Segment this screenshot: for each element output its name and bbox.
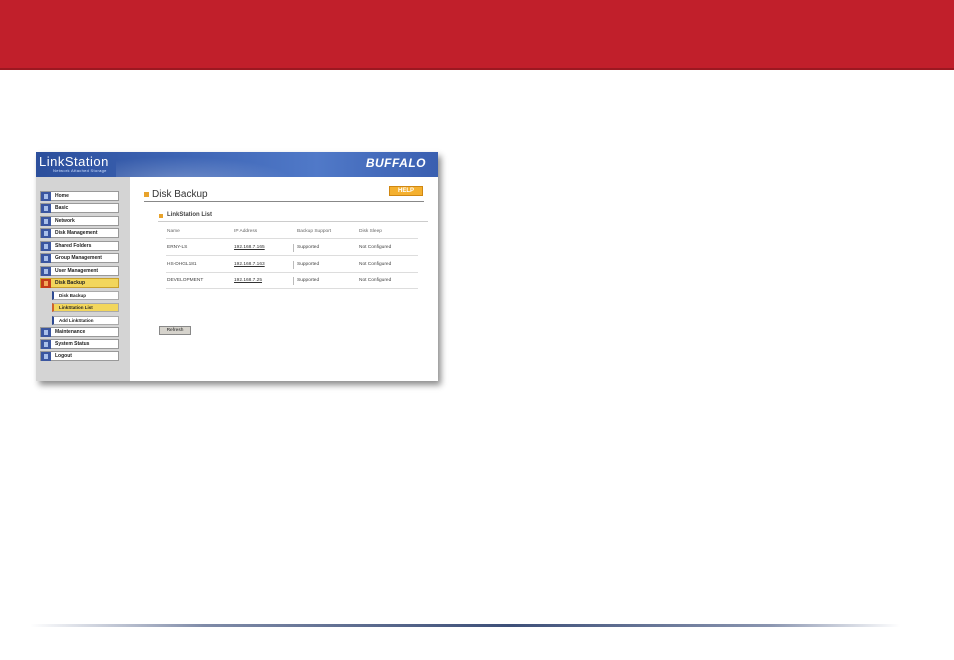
basic-icon (41, 204, 51, 213)
cell-disk-sleep: Not Configured (359, 262, 392, 267)
folder-icon (41, 242, 51, 251)
cell-backup-support: Supported (297, 278, 320, 283)
linkstation-screenshot: LinkStation Network Attached Storage BUF… (36, 152, 438, 381)
subitem-disk-backup[interactable]: Disk Backup (52, 291, 119, 300)
column-separator (293, 277, 294, 285)
cell-name: DEVELOPMENT (167, 278, 204, 283)
maintenance-icon (41, 328, 51, 337)
sidebar-item-home[interactable]: Home (40, 191, 119, 201)
sidebar-item-label: Logout (55, 353, 72, 359)
section-divider (158, 221, 428, 222)
refresh-button[interactable]: Refresh (159, 326, 191, 335)
cell-backup-support: Supported (297, 262, 320, 267)
column-header-backup-support: Backup Support (297, 229, 332, 234)
cell-name: HS-DHGL181 (167, 262, 197, 267)
ip-link[interactable]: 192.168.7.163 (234, 262, 265, 267)
sidebar-item-label: System Status (55, 341, 90, 347)
cell-name: ERNY-LS (167, 245, 188, 250)
page-title: Disk Backup (152, 189, 208, 200)
logout-icon (41, 352, 51, 361)
sidebar-item-system-status[interactable]: System Status (40, 339, 119, 349)
sidebar-item-disk-management[interactable]: Disk Management (40, 228, 119, 238)
ip-link[interactable]: 192.168.7.25 (234, 278, 262, 283)
status-icon (41, 340, 51, 349)
sidebar-item-label: Group Management (55, 255, 102, 261)
main-content: Disk Backup HELP LinkStation List Name I… (130, 177, 438, 381)
column-header-ip: IP Address (234, 229, 258, 234)
sidebar: Home Basic Network Disk Management Share… (36, 177, 130, 381)
sidebar-item-user-management[interactable]: User Management (40, 266, 119, 276)
sidebar-item-network[interactable]: Network (40, 216, 119, 226)
group-icon (41, 254, 51, 263)
backup-icon (41, 279, 51, 288)
slide-top-band (0, 0, 954, 70)
cell-disk-sleep: Not Configured (359, 245, 392, 250)
sidebar-item-label: Disk Backup (55, 280, 86, 286)
user-icon (41, 267, 51, 276)
home-icon (41, 192, 51, 201)
section-bullet-icon (159, 214, 163, 218)
app-subtitle: Network Attached Storage (53, 168, 107, 173)
ip-link[interactable]: 192.168.7.165 (234, 245, 265, 250)
sidebar-item-label: Basic (55, 205, 69, 211)
cell-backup-support: Supported (297, 245, 320, 250)
column-separator (293, 261, 294, 269)
app-header: LinkStation Network Attached Storage BUF… (36, 152, 438, 177)
sidebar-item-label: Network (55, 218, 75, 224)
help-button[interactable]: HELP (389, 186, 423, 196)
app-name: LinkStation (39, 154, 109, 169)
sidebar-item-label: User Management (55, 268, 99, 274)
sidebar-item-group-management[interactable]: Group Management (40, 253, 119, 263)
column-header-name: Name (167, 229, 180, 234)
subitem-add-linkstation[interactable]: Add LinkStation (52, 316, 119, 325)
title-bullet-icon (144, 192, 149, 197)
row-divider (166, 272, 418, 273)
row-divider (166, 288, 418, 289)
column-header-disk-sleep: Disk Sleep (359, 229, 382, 234)
row-divider (166, 255, 418, 256)
network-icon (41, 217, 51, 226)
subitem-label: Add LinkStation (59, 318, 94, 323)
subitem-label: Disk Backup (59, 293, 87, 298)
subitem-label: LinkStation List (59, 305, 93, 310)
section-title: LinkStation List (167, 212, 212, 218)
sidebar-item-label: Home (55, 193, 69, 199)
subitem-linkstation-list[interactable]: LinkStation List (52, 303, 119, 312)
sidebar-item-disk-backup[interactable]: Disk Backup (40, 278, 119, 288)
sidebar-item-label: Disk Management (55, 230, 98, 236)
sidebar-item-label: Shared Folders (55, 243, 92, 249)
sidebar-item-maintenance[interactable]: Maintenance (40, 327, 119, 337)
cell-disk-sleep: Not Configured (359, 278, 392, 283)
sidebar-item-shared-folders[interactable]: Shared Folders (40, 241, 119, 251)
sidebar-item-basic[interactable]: Basic (40, 203, 119, 213)
column-separator (293, 244, 294, 252)
disk-icon (41, 229, 51, 238)
title-divider (144, 201, 424, 202)
header-decoration (116, 152, 316, 177)
sidebar-item-logout[interactable]: Logout (40, 351, 119, 361)
row-divider (166, 238, 418, 239)
sidebar-item-label: Maintenance (55, 329, 86, 335)
buffalo-logo: BUFFALO (365, 156, 426, 170)
slide-bottom-rule (30, 624, 900, 627)
